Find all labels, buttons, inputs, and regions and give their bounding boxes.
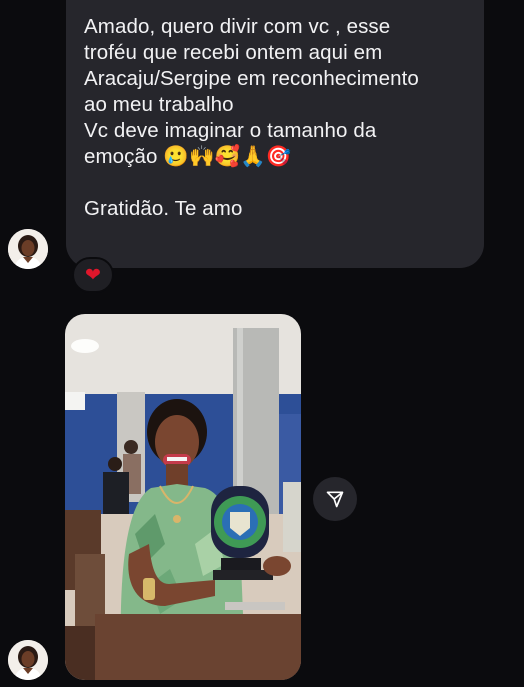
- reaction-badge[interactable]: ❤: [72, 257, 114, 293]
- photo-image: [65, 314, 301, 680]
- sender-avatar[interactable]: [8, 229, 48, 269]
- shared-photo[interactable]: [65, 314, 301, 680]
- message-bubble[interactable]: Amado, quero divir com vc , esse troféu …: [66, 0, 484, 268]
- heart-icon: ❤: [85, 264, 101, 286]
- message-line: Amado, quero divir com vc , esse: [84, 15, 391, 38]
- avatar-image: [8, 640, 48, 680]
- avatar-image: [8, 229, 48, 269]
- message-line: emoção 🥲🙌🥰🙏🎯: [84, 145, 292, 168]
- paper-plane-icon: [326, 491, 344, 508]
- message-line: Aracaju/Sergipe em reconhecimento: [84, 67, 419, 90]
- chat-screen: Amado, quero divir com vc , esse troféu …: [0, 0, 524, 687]
- sender-avatar[interactable]: [8, 640, 48, 680]
- message-line: troféu que recebi ontem aqui em: [84, 41, 383, 64]
- message-line: ao meu trabalho: [84, 93, 234, 116]
- share-button[interactable]: [313, 477, 357, 521]
- message-line: Vc deve imaginar o tamanho da: [84, 119, 377, 142]
- message-closing: Gratidão. Te amo: [84, 197, 243, 220]
- message-spacer: [84, 170, 466, 196]
